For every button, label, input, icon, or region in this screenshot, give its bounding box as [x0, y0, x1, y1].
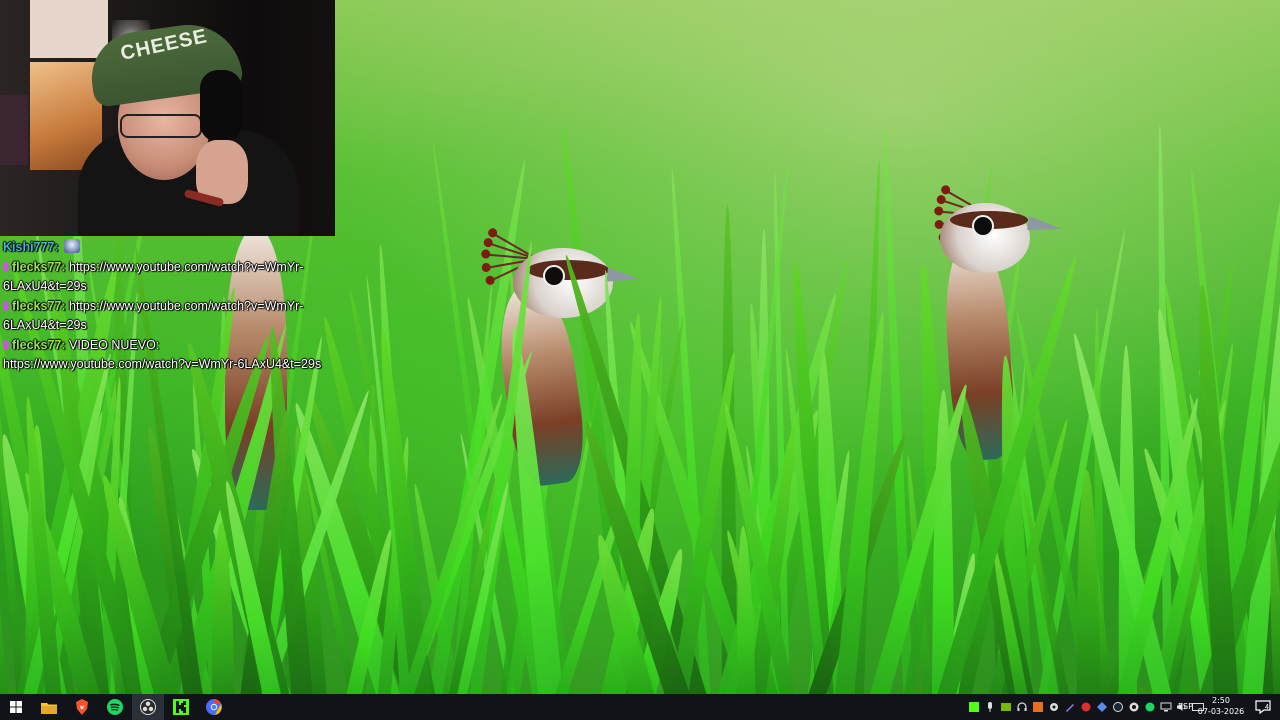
clock-date: 07-03-2026 — [1197, 707, 1245, 716]
chat-emote-icon — [64, 239, 81, 253]
microphone-icon[interactable] — [984, 701, 996, 713]
chat-overlay: Kishi777: flecks77: https://www.youtube.… — [0, 238, 335, 375]
brave-icon — [76, 699, 88, 715]
spotify-button[interactable] — [99, 694, 131, 720]
chat-message: flecks77: VIDEO NUEVO: https://www.youtu… — [0, 336, 335, 375]
windows-icon — [10, 701, 22, 713]
sub-badge-icon — [3, 339, 9, 350]
chrome-app-button[interactable] — [198, 694, 230, 720]
notification-center-button[interactable]: 4 — [1248, 694, 1278, 720]
chat-message: Kishi777: — [0, 238, 335, 258]
red-app-icon[interactable] — [1080, 701, 1092, 713]
sub-badge-icon — [3, 261, 9, 272]
brave-button[interactable] — [66, 694, 98, 720]
settings-app-icon[interactable] — [1048, 701, 1060, 713]
obs-tray-icon[interactable] — [1128, 701, 1140, 713]
chat-message: flecks77: https://www.youtube.com/watch?… — [0, 297, 335, 336]
pen-app-icon[interactable] — [1064, 701, 1076, 713]
kick-tray-icon[interactable] — [968, 701, 980, 713]
blue-app-icon[interactable] — [1096, 701, 1108, 713]
streamer-glasses — [120, 114, 202, 138]
spotify-icon — [107, 699, 123, 715]
chat-username: flecks77: — [12, 259, 66, 274]
chat-username: Kishi777: — [3, 240, 59, 254]
chat-username: flecks77: — [12, 337, 66, 352]
system-tray — [966, 694, 1206, 720]
sub-badge-icon — [3, 300, 9, 311]
taskbar: ESP 2:50 07-03-2026 4 — [0, 694, 1280, 720]
folder-icon — [41, 702, 57, 714]
chat-username: flecks77: — [12, 298, 66, 313]
notification-count: 4 — [1265, 704, 1269, 711]
start-button[interactable] — [0, 694, 32, 720]
steam-icon[interactable] — [1112, 701, 1124, 713]
wall-poster-top — [30, 0, 108, 58]
orange-app-icon[interactable] — [1032, 701, 1044, 713]
clock-time: 2:50 — [1212, 696, 1230, 705]
spotify-tray-icon[interactable] — [1144, 701, 1156, 713]
obs-button[interactable] — [132, 694, 164, 720]
streamer-headphones — [200, 70, 242, 142]
chrome-icon — [206, 699, 222, 715]
language-indicator[interactable]: ESP — [1178, 702, 1193, 711]
obs-icon — [140, 699, 156, 715]
network-icon[interactable] — [1160, 701, 1172, 713]
nvidia-icon[interactable] — [1000, 701, 1012, 713]
kick-button[interactable] — [165, 694, 197, 720]
file-explorer-button[interactable] — [33, 694, 65, 720]
chat-message: flecks77: https://www.youtube.com/watch?… — [0, 258, 335, 297]
wall-poster-left — [0, 95, 28, 165]
clock[interactable]: 2:50 07-03-2026 — [1195, 695, 1247, 717]
headset-icon[interactable] — [1016, 701, 1028, 713]
webcam-overlay: CHEESE — [0, 0, 335, 236]
kick-icon — [173, 699, 189, 715]
